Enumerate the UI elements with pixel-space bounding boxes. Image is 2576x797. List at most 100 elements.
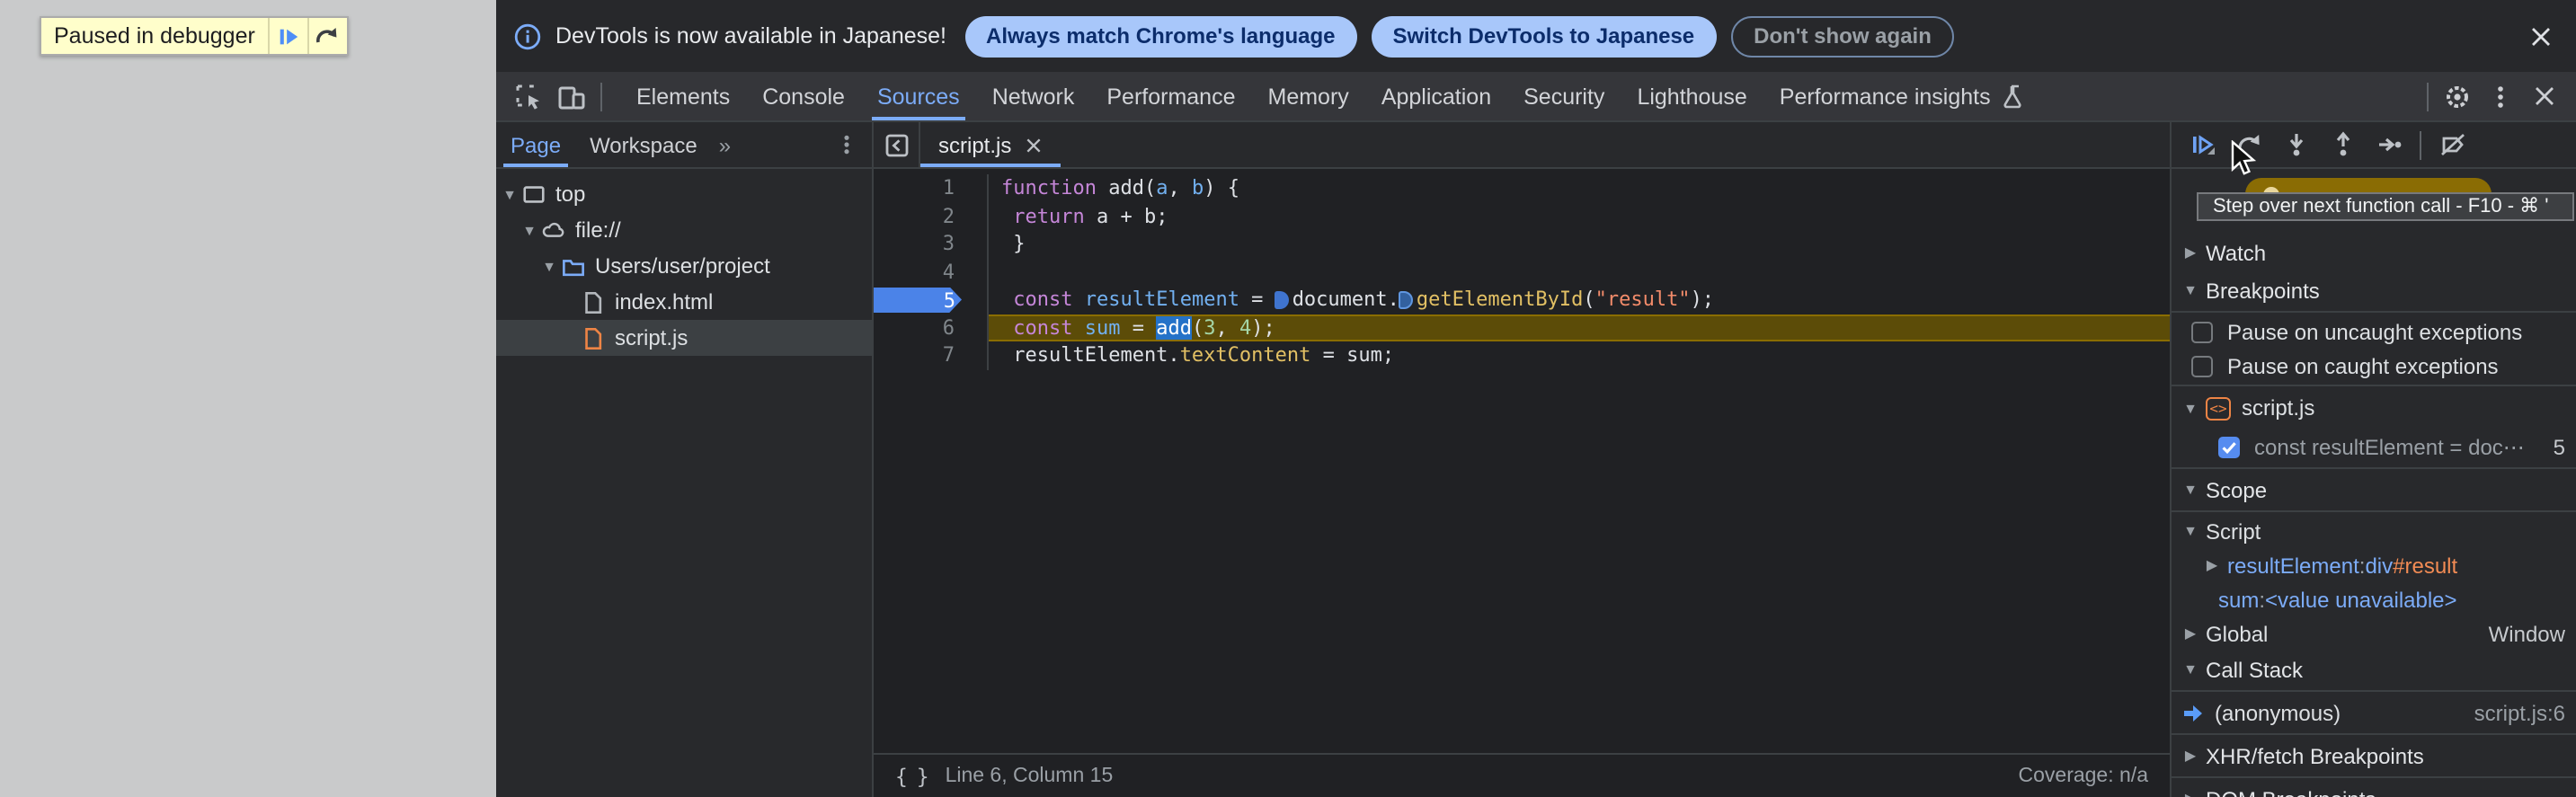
breakpoint-file-label: script.js — [2242, 395, 2315, 421]
line-number-5[interactable]: 5 — [874, 286, 989, 314]
line-number-6[interactable]: 6 — [874, 314, 989, 341]
tree-item-top[interactable]: ▼ top — [496, 176, 872, 212]
section-xhr-breakpoints[interactable]: ▶ XHR/fetch Breakpoints — [2172, 737, 2576, 775]
section-dom-breakpoints[interactable]: ▶ DOM Breakpoints — [2172, 780, 2576, 797]
chevron-right-icon: ▶ — [2182, 791, 2198, 797]
chevron-down-icon[interactable]: ▼ — [521, 222, 537, 238]
toggle-navigator-button[interactable] — [874, 122, 920, 167]
inspect-icon — [516, 84, 539, 109]
close-icon[interactable] — [1024, 136, 1042, 154]
continue-to-here-icon[interactable] — [1275, 290, 1290, 308]
tab-performance-insights[interactable]: Performance insights — [1763, 72, 2043, 120]
continue-to-here-icon[interactable] — [1399, 290, 1414, 308]
tab-label: Lighthouse — [1637, 84, 1747, 109]
infobar-close-button[interactable] — [2522, 18, 2558, 54]
switch-to-japanese-button[interactable]: Switch DevTools to Japanese — [1371, 15, 1717, 57]
line-number-3[interactable]: 3 — [874, 230, 989, 258]
navigator-menu-button[interactable] — [822, 122, 872, 167]
editor-tab-scriptjs[interactable]: script.js — [920, 122, 1060, 167]
section-call-stack[interactable]: ▼ Call Stack — [2172, 651, 2576, 688]
code-token: function — [1001, 176, 1097, 199]
code-line-2[interactable]: 2 return a + b; — [874, 202, 2170, 230]
code-text: } — [989, 230, 2170, 258]
more-tabs-button[interactable]: » — [712, 122, 738, 167]
tab-sources[interactable]: Sources — [861, 72, 976, 120]
code-line-4[interactable]: 4 — [874, 258, 2170, 286]
line-number-4[interactable]: 4 — [874, 258, 989, 286]
scope-var-sum[interactable]: sum: <value unavailable> — [2172, 582, 2576, 616]
tree-item-users-user-project[interactable]: ▼ Users/user/project — [496, 248, 872, 284]
breakpoint-checkbox[interactable] — [2218, 436, 2240, 457]
tab-console[interactable]: Console — [746, 72, 861, 120]
step-into-button[interactable] — [2272, 125, 2319, 164]
divider — [2172, 690, 2576, 692]
code-line-6[interactable]: 6 const sum = add(3, 4); — [874, 314, 2170, 341]
line-number-1[interactable]: 1 — [874, 174, 989, 202]
tab-lighthouse[interactable]: Lighthouse — [1621, 72, 1763, 120]
code-token: ( — [1583, 288, 1595, 311]
breakpoint-entry[interactable]: const resultElement = doc⋯ 5 — [2172, 428, 2576, 465]
code-line-3[interactable]: 3 } — [874, 230, 2170, 258]
chevron-down-icon: ▼ — [2183, 482, 2198, 498]
pause-uncaught-row[interactable]: Pause on uncaught exceptions — [2172, 314, 2576, 349]
section-scope[interactable]: ▼ Scope — [2172, 471, 2576, 509]
tab-workspace[interactable]: Workspace — [575, 122, 712, 167]
tree-item-file-[interactable]: ▼ file:// — [496, 212, 872, 248]
toolbar-separator — [600, 82, 602, 111]
pause-caught-row[interactable]: Pause on caught exceptions — [2172, 349, 2576, 383]
code-line-7[interactable]: 7 resultElement.textContent = sum; — [874, 341, 2170, 369]
scope-var-resultelement[interactable]: ▶ resultElement: div #result — [2172, 548, 2576, 582]
line-number-7[interactable]: 7 — [874, 341, 989, 369]
tab-label: Console — [762, 84, 845, 109]
tab-label: Application — [1381, 84, 1492, 109]
tab-label: Elements — [636, 84, 731, 109]
code-token: ) { — [1204, 176, 1239, 199]
inspect-element-button[interactable] — [507, 76, 550, 116]
close-icon — [2531, 27, 2549, 45]
chevron-down-icon[interactable]: ▼ — [541, 258, 557, 274]
code-editor[interactable]: 1 function add(a, b) {2 return a + b; 3 } 4… — [874, 169, 2170, 753]
call-stack-frame[interactable]: (anonymous) script.js:6 — [2172, 694, 2576, 731]
dont-show-again-button[interactable]: Don't show again — [1730, 15, 1955, 57]
tab-page[interactable]: Page — [496, 122, 575, 167]
tab-elements[interactable]: Elements — [620, 72, 746, 120]
tab-application[interactable]: Application — [1365, 72, 1507, 120]
tab-network[interactable]: Network — [976, 72, 1091, 120]
step-button[interactable] — [2366, 125, 2412, 164]
code-line-1[interactable]: 1 function add(a, b) { — [874, 174, 2170, 202]
section-watch[interactable]: ▶ Watch — [2172, 234, 2576, 271]
resume-button[interactable] — [2179, 125, 2225, 164]
tab-security[interactable]: Security — [1507, 72, 1621, 120]
chevron-right-icon: ▶ — [2206, 557, 2218, 573]
more-options-button[interactable] — [2479, 76, 2522, 116]
settings-button[interactable] — [2436, 76, 2479, 116]
breakpoint-marker[interactable]: 5 — [874, 287, 962, 313]
line-number-2[interactable]: 2 — [874, 202, 989, 230]
device-toolbar-button[interactable] — [550, 76, 593, 116]
banner-step-over-button[interactable] — [306, 18, 347, 54]
tree-item-index-html[interactable]: index.html — [496, 284, 872, 320]
info-icon — [514, 22, 541, 49]
section-breakpoints[interactable]: ▼ Breakpoints — [2172, 271, 2576, 309]
tree-item-script-js[interactable]: script.js — [496, 320, 872, 356]
step-out-button[interactable] — [2319, 125, 2366, 164]
deactivate-breakpoints-button[interactable] — [2429, 125, 2475, 164]
banner-resume-button[interactable] — [267, 18, 307, 54]
code-line-5[interactable]: 5 const resultElement = document. getElem… — [874, 286, 2170, 314]
scope-global-group[interactable]: ▶ Global Window — [2172, 616, 2576, 651]
folder-icon — [563, 259, 584, 276]
breakpoint-file-group[interactable]: ▼ <> script.js — [2172, 388, 2576, 428]
tab-memory[interactable]: Memory — [1252, 72, 1365, 120]
devtools-close-button[interactable] — [2522, 76, 2565, 116]
scope-script-group[interactable]: ▼ Script — [2172, 514, 2576, 548]
always-match-language-button[interactable]: Always match Chrome's language — [964, 15, 1357, 57]
chevron-down-icon[interactable]: ▼ — [502, 186, 518, 202]
scope-label: Scope — [2206, 477, 2268, 502]
paused-banner-label: Paused in debugger — [54, 23, 255, 49]
page-background: Paused in debugger — [0, 0, 496, 797]
pause-uncaught-checkbox[interactable] — [2191, 321, 2213, 342]
format-icon[interactable]: { } — [895, 764, 929, 789]
tab-performance[interactable]: Performance — [1090, 72, 1251, 120]
pause-caught-checkbox[interactable] — [2191, 355, 2213, 376]
